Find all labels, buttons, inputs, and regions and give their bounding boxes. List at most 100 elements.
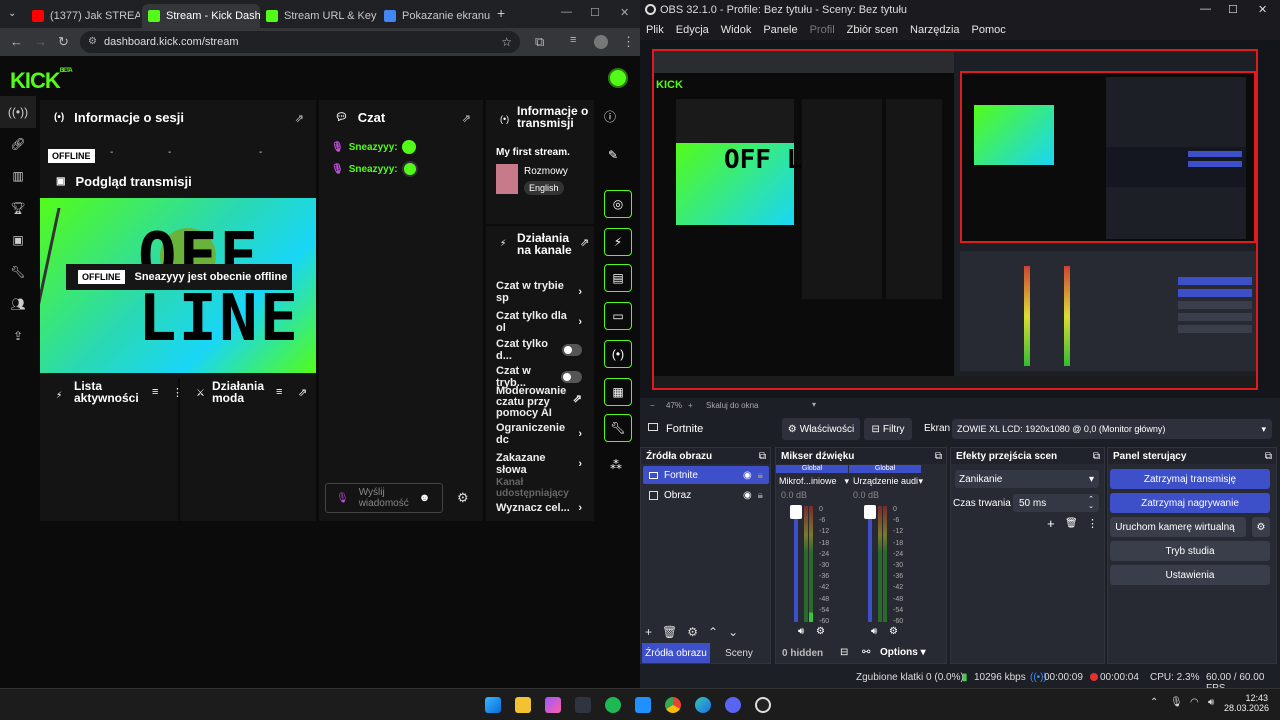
- popout-icon[interactable]: ⇗: [580, 236, 589, 249]
- address-bar[interactable]: ⚙ dashboard.kick.com/stream ☆: [80, 31, 520, 53]
- obs-icon[interactable]: [755, 697, 771, 713]
- new-tab-button[interactable]: +: [497, 5, 505, 21]
- minimize-button[interactable]: —: [561, 6, 572, 18]
- lock-icon[interactable]: 🔒︎: [758, 470, 763, 481]
- action-slow-mode[interactable]: Czat w trybie sp ›: [496, 280, 582, 304]
- file-explorer-icon[interactable]: [515, 697, 531, 713]
- gear-icon[interactable]: ⚙: [889, 626, 898, 637]
- transition-select[interactable]: Zanikanie ▾: [955, 470, 1099, 488]
- tab-kick-dashboard[interactable]: Stream - Kick Dashl ✕: [142, 4, 260, 28]
- info-icon[interactable]: ⓘ: [604, 108, 616, 125]
- eye-icon[interactable]: ◉: [743, 470, 752, 481]
- tab-search-icon[interactable]: ⌄: [8, 8, 16, 19]
- gear-icon[interactable]: ⚙: [687, 625, 698, 639]
- menu-edit[interactable]: Edycja: [676, 24, 709, 36]
- chrome-icon[interactable]: [665, 697, 681, 713]
- filter-icon[interactable]: ≡: [276, 386, 282, 398]
- chevron-down-icon[interactable]: ▾: [812, 400, 816, 409]
- chevron-up-icon[interactable]: ⌃: [1150, 697, 1158, 708]
- site-info-icon[interactable]: ⚙: [88, 36, 97, 47]
- speaker-icon[interactable]: 🔊︎: [871, 626, 877, 637]
- discord-icon[interactable]: [725, 697, 741, 713]
- settings-button[interactable]: Ustawienia: [1110, 565, 1270, 585]
- volume-slider-track[interactable]: [794, 506, 798, 622]
- vscode-icon[interactable]: [635, 697, 651, 713]
- eye-icon[interactable]: ◉: [743, 490, 752, 501]
- settings-icon[interactable]: ⚙: [457, 490, 469, 506]
- tab-scenes[interactable]: Sceny: [711, 643, 767, 663]
- action-followers-only[interactable]: Czat tylko dla ol ›: [496, 310, 582, 334]
- filters-button[interactable]: ⊟ Filtry: [864, 418, 912, 440]
- source-item-fortnite[interactable]: Fortnite ◉ 🔒︎: [643, 466, 769, 484]
- speaker-icon[interactable]: 🔊︎: [798, 626, 804, 637]
- action-subs-only[interactable]: Czat tylko d...: [496, 338, 582, 362]
- wifi-icon[interactable]: ◠: [1190, 697, 1199, 708]
- preview-capture[interactable]: KICK OFF LINE: [652, 49, 1258, 390]
- edge-icon[interactable]: [695, 697, 711, 713]
- action-restrictions[interactable]: Ograniczenie dc ›: [496, 422, 582, 446]
- link-icon[interactable]: 🔗︎: [0, 128, 36, 160]
- edit-icon[interactable]: ✎: [608, 148, 618, 162]
- popout-icon[interactable]: ⇗: [295, 112, 304, 125]
- clock[interactable]: 12:43 28.03.2026: [1224, 693, 1269, 713]
- popout-icon[interactable]: ⇗: [462, 112, 471, 125]
- add-icon[interactable]: +: [1047, 516, 1055, 531]
- action-banned-words[interactable]: Zakazane słowa ›: [496, 452, 582, 476]
- trash-icon[interactable]: 🗑︎: [662, 625, 677, 639]
- menu-view[interactable]: Widok: [721, 24, 752, 36]
- start-virtual-camera-button[interactable]: Uruchom kamerę wirtualną: [1110, 517, 1246, 537]
- trash-icon[interactable]: 🗑︎: [1065, 518, 1078, 529]
- filter-icon[interactable]: ≡: [152, 386, 158, 398]
- volume-icon[interactable]: 🔊︎: [1208, 697, 1214, 708]
- wrench-icon[interactable]: 🔧︎: [0, 256, 36, 288]
- action-set-goal[interactable]: Wyznacz cel... ›: [496, 502, 582, 514]
- menu-file[interactable]: Plik: [646, 24, 664, 36]
- extensions-icon[interactable]: ⧉: [535, 34, 544, 50]
- menu-profile[interactable]: Profil: [810, 24, 835, 36]
- chart-icon[interactable]: ▥: [0, 160, 36, 192]
- broadcast-button[interactable]: (•): [604, 340, 632, 368]
- chat-input[interactable]: 🎙︎ Wyślij wiadomość ☻: [325, 483, 443, 513]
- camera-button[interactable]: ◎: [604, 190, 632, 218]
- menu-docks[interactable]: Panele: [763, 24, 797, 36]
- broadcast-icon[interactable]: ((•)): [0, 96, 36, 128]
- minimize-button[interactable]: —: [1200, 3, 1211, 15]
- lock-icon[interactable]: 🔒︎: [758, 490, 763, 501]
- chat-username[interactable]: Sneazyyy:: [349, 164, 398, 175]
- add-icon[interactable]: +: [645, 625, 652, 639]
- display-select[interactable]: ZOWIE XL LCD: 1920x1080 @ 0,0 (Monitor g…: [952, 419, 1272, 439]
- profile-avatar[interactable]: [594, 35, 608, 49]
- media-icon[interactable]: ≡: [570, 34, 576, 46]
- action-ai-moderation[interactable]: Moderowanie czatu przy pomocy AI ⇗: [496, 386, 582, 419]
- menu-tools[interactable]: Narzędzia: [910, 24, 960, 36]
- close-window-button[interactable]: ✕: [620, 6, 629, 19]
- notes-button[interactable]: ▤: [604, 264, 632, 292]
- properties-button[interactable]: ⚙ Właściwości: [782, 418, 860, 440]
- maximize-button[interactable]: ☐: [590, 6, 600, 19]
- trophy-icon[interactable]: 🏆︎: [0, 192, 36, 224]
- duration-spinbox[interactable]: 50 ms ⌃ ⌄: [1013, 494, 1099, 512]
- terminal-icon[interactable]: [575, 697, 591, 713]
- spotify-icon[interactable]: [605, 697, 621, 713]
- volume-slider-handle[interactable]: [864, 505, 876, 519]
- chat-username[interactable]: Sneazyyy:: [349, 142, 398, 153]
- reload-button[interactable]: ↻: [58, 34, 69, 50]
- maximize-button[interactable]: ☐: [1228, 3, 1238, 16]
- options-button[interactable]: Options ▾: [880, 647, 926, 658]
- toggle-switch[interactable]: [560, 371, 582, 383]
- more-icon[interactable]: ⋮: [1087, 517, 1098, 530]
- close-window-button[interactable]: ✕: [1258, 3, 1267, 16]
- layout-icon[interactable]: ⊟: [840, 647, 848, 658]
- channel-name-mic[interactable]: Mikrof...iniowe ▾: [779, 476, 849, 487]
- gear-icon[interactable]: ⚙: [816, 626, 825, 637]
- layout-button[interactable]: ▦: [604, 378, 632, 406]
- channel-name-desktop[interactable]: Urządzenie audi ▾: [853, 476, 923, 487]
- studio-mode-button[interactable]: Tryb studia: [1110, 541, 1270, 561]
- chevron-up-icon[interactable]: ⌃: [708, 625, 718, 639]
- tab-sources[interactable]: Źródła obrazu: [642, 643, 710, 663]
- zoom-mode-select[interactable]: Skaluj do okna: [706, 401, 758, 410]
- virtual-camera-settings-button[interactable]: ⚙: [1252, 517, 1270, 537]
- tab-screen-share[interactable]: Pokazanie ekranu ✕: [378, 4, 490, 28]
- start-icon[interactable]: [485, 697, 501, 713]
- flash-button[interactable]: ⚡︎: [604, 228, 632, 256]
